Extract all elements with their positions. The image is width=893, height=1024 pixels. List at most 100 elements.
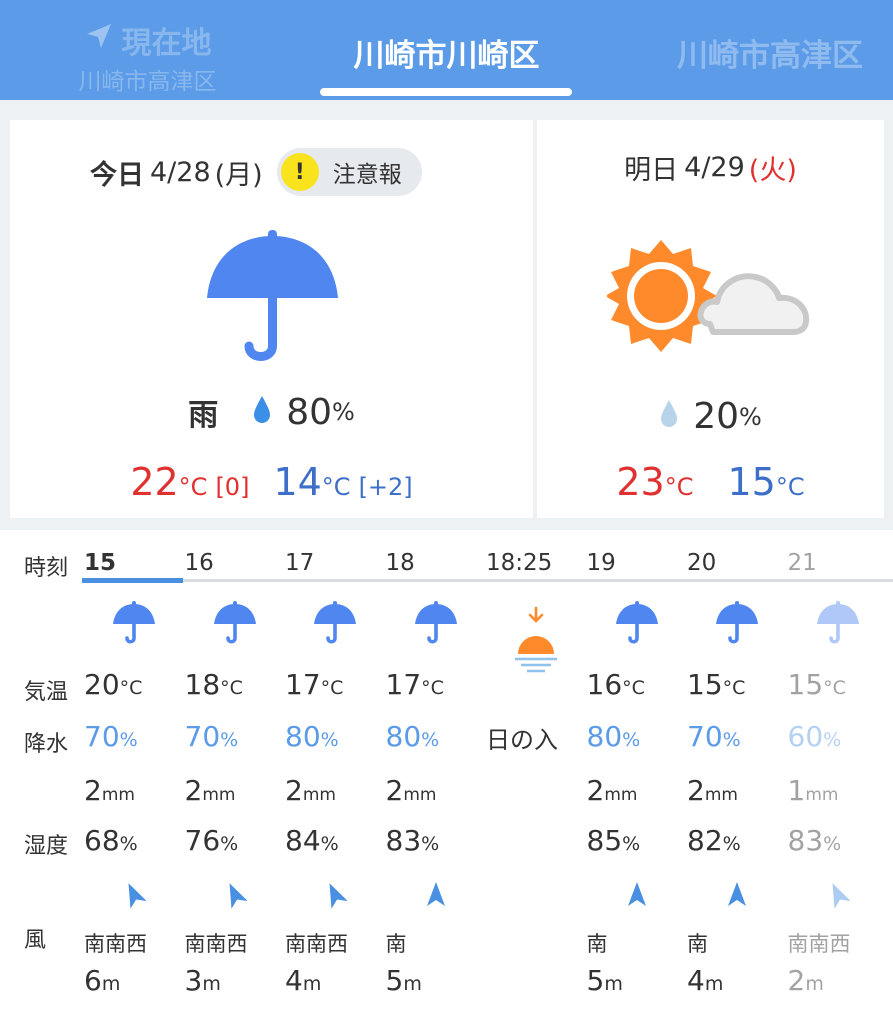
row-label-temp: 気温 <box>24 680 69 705</box>
tomorrow-weekday: (火) <box>748 155 797 186</box>
hour-column[interactable]: 19 16°C 80% 2mm 85% 南 5m <box>0 530 893 1024</box>
raindrop-icon <box>659 396 679 437</box>
current-location-label: 現在地 <box>121 26 212 61</box>
today-condition: 雨 <box>188 398 219 433</box>
row-label-wind: 風 <box>24 928 47 953</box>
hour-label: 20 <box>687 550 717 576</box>
sunset-icon <box>511 606 561 680</box>
hour-precip-amount: 2mm <box>586 774 638 807</box>
today-low-unit: °C <box>321 473 351 501</box>
hour-wind-direction: 南南西 <box>285 932 348 956</box>
umbrella-icon <box>714 600 760 650</box>
hour-label: 15 <box>84 550 117 576</box>
sunset-label: 日の入 <box>486 726 558 754</box>
umbrella-icon <box>312 600 358 650</box>
hour-precip-prob: 70% <box>184 720 239 753</box>
hour-precip-amount: 2mm <box>687 774 738 807</box>
today-header: 今日 4/28 (月) ! 注意報 <box>90 148 533 196</box>
hourly-forecast[interactable]: 時刻 気温 降水 湿度 風 15 20°C 70% 2mm 68% 南南西 6m 16 18°C… <box>0 530 893 1024</box>
hour-wind-direction: 南 <box>687 932 708 956</box>
hour-wind-direction: 南南西 <box>184 932 248 956</box>
wind-direction-icon <box>122 880 147 914</box>
hour-precip-amount: 2mm <box>285 774 336 807</box>
today-weekday: (月) <box>214 159 263 191</box>
row-label-time: 時刻 <box>24 556 69 581</box>
hour-column[interactable]: 18:25 日の入 <box>0 530 893 1024</box>
today-condition-row: 雨 80 % <box>10 390 533 434</box>
hour-precip-prob: 60% <box>787 720 842 753</box>
hour-precip-prob: 80% <box>385 720 440 753</box>
tomorrow-forecast-card[interactable]: 明日 4/29 (火) 20 % 23 °C 15 °C <box>537 120 884 518</box>
hour-wind-direction: 南南西 <box>84 932 147 956</box>
today-high: 22 <box>130 460 179 504</box>
hour-humidity: 76% <box>184 824 239 857</box>
hour-wind-speed: 5m <box>385 964 422 997</box>
hour-temp: 17°C <box>285 668 344 701</box>
today-low-diff: [+2] <box>358 473 413 501</box>
hour-humidity: 83% <box>787 824 842 857</box>
hour-label: 18 <box>385 550 415 576</box>
hour-precip-prob: 80% <box>586 720 641 753</box>
hour-label: 16 <box>184 550 214 576</box>
hour-temp: 20°C <box>84 668 143 701</box>
hour-wind-direction: 南 <box>385 932 407 956</box>
tomorrow-date: 4/29 <box>684 152 745 183</box>
hour-timeline <box>82 579 893 582</box>
today-forecast-card[interactable]: 今日 4/28 (月) ! 注意報 雨 80 % 22 °C [0] 14 °C… <box>10 120 533 518</box>
tomorrow-low: 15 <box>727 460 776 504</box>
hour-temp: 18°C <box>184 668 243 701</box>
selected-tab-indicator <box>320 88 572 96</box>
location-arrow-icon <box>84 21 114 59</box>
wind-direction-icon <box>323 880 348 914</box>
hour-column[interactable]: 15 20°C 70% 2mm 68% 南南西 6m <box>0 530 893 1024</box>
hour-label: 17 <box>285 550 315 576</box>
hour-column[interactable]: 17 17°C 80% 2mm 84% 南南西 4m <box>0 530 893 1024</box>
hour-label: 18:25 <box>486 550 553 576</box>
today-label: 今日 <box>90 159 144 191</box>
hour-column[interactable]: 21 15°C 60% 1mm 83% 南南西 2m <box>0 530 893 1024</box>
row-label-humidity: 湿度 <box>24 834 69 859</box>
hour-temp: 17°C <box>385 668 444 701</box>
hour-wind-speed: 3m <box>184 964 221 997</box>
hour-wind-direction: 南南西 <box>787 932 851 956</box>
hour-precip-amount: 2mm <box>385 774 437 807</box>
today-temp-row: 22 °C [0] 14 °C [+2] <box>10 460 533 504</box>
tomorrow-header: 明日 4/29 (火) <box>537 148 884 187</box>
location-tab-selected[interactable]: 川崎市川崎区 <box>300 30 593 75</box>
umbrella-icon <box>413 600 459 650</box>
tomorrow-temp-row: 23 °C 15 °C <box>537 460 884 504</box>
location-tab-current[interactable]: 現在地 川崎市高津区 <box>60 18 235 96</box>
hour-humidity: 82% <box>687 824 741 857</box>
hour-column[interactable]: 20 15°C 70% 2mm 82% 南 4m <box>0 530 893 1024</box>
hour-column[interactable]: 18 17°C 80% 2mm 83% 南 5m <box>0 530 893 1024</box>
today-date: 4/28 <box>150 156 211 188</box>
hour-wind-speed: 4m <box>285 964 322 997</box>
hour-temp: 15°C <box>687 668 746 701</box>
hour-precip-amount: 2mm <box>84 774 135 807</box>
alert-badge[interactable]: ! 注意報 <box>276 148 422 196</box>
location-tab-next[interactable]: 川崎市高津区 <box>650 30 890 75</box>
hour-humidity: 68% <box>84 824 138 857</box>
umbrella-icon <box>111 600 157 650</box>
wind-direction-icon <box>826 880 851 914</box>
wind-direction-icon <box>625 880 649 914</box>
tomorrow-high-unit: °C <box>664 473 694 501</box>
hour-temp: 16°C <box>586 668 645 701</box>
sun-cloud-icon <box>605 238 812 357</box>
hour-humidity: 85% <box>586 824 641 857</box>
hour-precip-amount: 1mm <box>787 774 839 807</box>
hour-precip-prob: 70% <box>84 720 138 753</box>
hour-column[interactable]: 16 18°C 70% 2mm 76% 南南西 3m <box>0 530 893 1024</box>
today-precip-unit: % <box>332 398 355 426</box>
today-high-diff: [0] <box>215 473 250 501</box>
hour-wind-speed: 6m <box>84 964 121 997</box>
hour-temp: 15°C <box>787 668 846 701</box>
tomorrow-condition-row: 20 % <box>537 396 884 437</box>
today-low: 14 <box>273 460 322 504</box>
hour-precip-amount: 2mm <box>184 774 236 807</box>
alert-label: 注意報 <box>332 162 402 188</box>
hour-precip-prob: 80% <box>285 720 339 753</box>
current-location-sub: 川崎市高津区 <box>78 69 217 95</box>
tomorrow-precip-unit: % <box>739 402 762 431</box>
umbrella-icon <box>212 600 258 650</box>
